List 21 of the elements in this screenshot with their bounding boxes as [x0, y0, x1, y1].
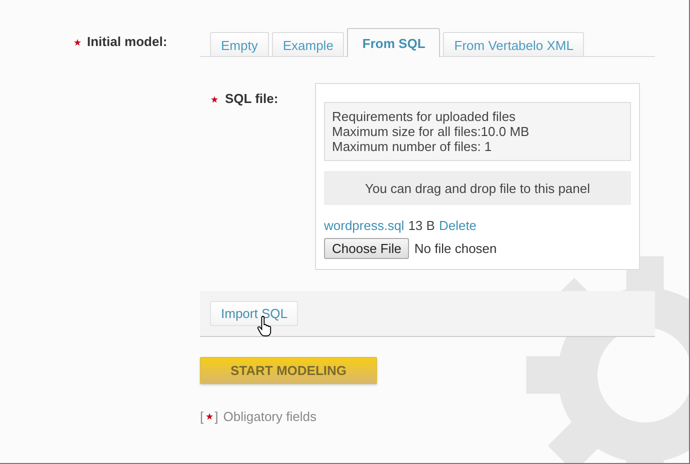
import-button[interactable]: Import SQL	[210, 301, 298, 326]
delete-link[interactable]: Delete	[438, 218, 477, 233]
file-size: 13 B	[408, 218, 435, 233]
requirement-text: Maximum number of files: 1	[332, 139, 493, 154]
requirement-text: Maximum size for all files:10.0 MB	[332, 124, 530, 139]
file-link[interactable]: wordpress.sql	[324, 218, 404, 233]
drop-zone[interactable]: You can drag and drop file to this panel	[324, 171, 631, 205]
tab[interactable]: Example	[272, 32, 344, 56]
tab[interactable]: From SQL	[347, 28, 440, 57]
bracket-text: [	[200, 409, 204, 424]
requirement-text: Requirements for uploaded files	[332, 109, 517, 124]
tab[interactable]: From Vertabelo XML	[443, 32, 584, 56]
choose-file-button[interactable]: Choose File	[324, 238, 410, 259]
file-status-text: No file chosen	[414, 241, 497, 256]
tab[interactable]: Empty	[210, 32, 269, 56]
bracket-text: ]	[214, 409, 218, 424]
start-modeling-button[interactable]: START MODELING	[200, 357, 377, 384]
legend-text: Obligatory fields	[223, 409, 316, 424]
required-star-icon	[206, 413, 213, 420]
field-label: Initial model:	[87, 34, 168, 49]
field-label: SQL file:	[225, 91, 278, 106]
